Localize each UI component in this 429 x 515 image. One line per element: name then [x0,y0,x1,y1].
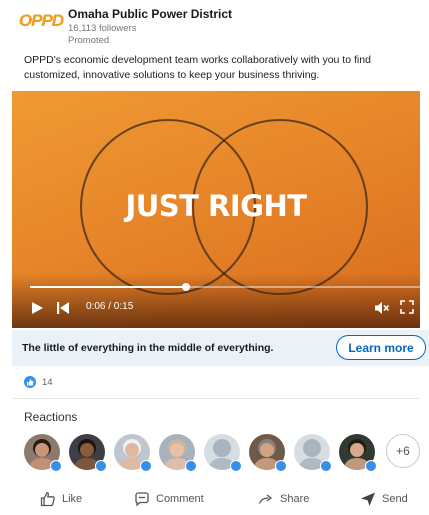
like-label: Like [62,493,83,505]
like-badge-icon [50,460,62,472]
share-label: Share [280,493,310,505]
like-badge-icon [95,460,107,472]
send-label: Send [382,493,408,505]
like-badge-icon [185,460,197,472]
reactor-avatar[interactable] [24,434,62,472]
logo-wordmark: OPPD [18,11,64,30]
reactor-avatar[interactable] [114,434,152,472]
send-button[interactable]: Send [360,487,408,511]
post-actions: Like Comment Share Send [12,487,420,511]
fullscreen-icon[interactable] [400,300,414,314]
more-reactors-button[interactable]: +6 [386,434,420,468]
video-player[interactable]: JUST RIGHT 0:06 / 0:15 [12,91,420,328]
video-progress-fill [30,286,186,288]
like-badge-icon [140,460,152,472]
comment-button[interactable]: Comment [134,487,204,511]
promoted-label: Promoted [68,35,110,46]
play-icon[interactable] [30,301,44,315]
mute-icon[interactable] [374,300,390,316]
reactor-avatar[interactable] [339,434,377,472]
video-progress-bar[interactable] [30,283,420,291]
like-button[interactable]: Like [40,487,82,511]
video-time: 0:06 / 0:15 [86,301,134,312]
reaction-count: 14 [42,376,53,388]
like-badge-icon [320,460,332,472]
cta-headline: The little of everything in the middle o… [22,342,274,354]
company-logo[interactable]: OPPD ​ [18,10,64,38]
skip-back-icon[interactable] [56,301,70,315]
reactor-avatar[interactable] [69,434,107,472]
video-controls-shade [12,273,420,328]
reactor-avatar[interactable] [249,434,287,472]
reactor-avatar[interactable] [294,434,332,472]
cta-bar: The little of everything in the middle o… [12,330,429,366]
comment-icon [135,492,149,507]
company-name[interactable]: Omaha Public Power District [68,7,232,21]
like-badge-icon [230,460,242,472]
like-badge-icon [275,460,287,472]
video-headline: JUST RIGHT [125,189,307,223]
post-header: OPPD ​ Omaha Public Power District 16,11… [0,0,429,50]
reactions-heading: Reactions [24,410,78,424]
comment-label: Comment [156,493,204,505]
like-reaction-icon [24,376,36,388]
reactor-avatar[interactable] [159,434,197,472]
thumbs-up-icon [40,492,55,507]
share-icon [258,494,273,504]
like-badge-icon [365,460,377,472]
send-icon [361,492,375,506]
share-button[interactable]: Share [258,487,309,511]
post-body-text: OPPD's economic development team works c… [24,54,371,81]
section-divider [12,398,420,399]
follower-count: 16,113 followers [68,23,137,34]
reactor-avatar[interactable] [204,434,242,472]
video-progress-knob[interactable] [182,283,190,291]
learn-more-button[interactable]: Learn more [336,335,426,360]
reaction-summary[interactable]: 14 [24,375,53,389]
